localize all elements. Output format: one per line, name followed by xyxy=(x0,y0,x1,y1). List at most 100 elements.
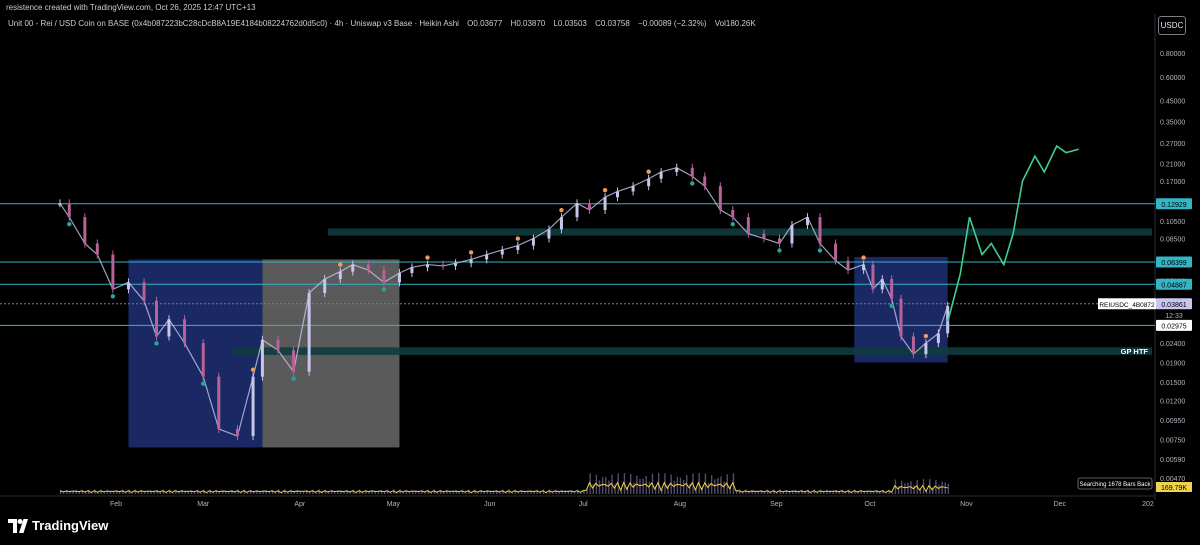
volume-bar xyxy=(776,492,778,494)
volume-bar xyxy=(707,483,710,494)
volume-bar xyxy=(779,489,781,494)
candle-body xyxy=(862,264,866,271)
pivot-low-dot xyxy=(154,341,159,346)
candle-body xyxy=(890,279,894,299)
volume-bar xyxy=(723,481,725,494)
y-tick-label: 0.21000 xyxy=(1160,162,1185,169)
candle-body xyxy=(83,217,87,244)
pivot-high-dot xyxy=(425,255,430,260)
x-tick-label: Apr xyxy=(294,501,306,508)
price-label: 0.04887 xyxy=(1161,282,1186,289)
candle-body xyxy=(307,292,311,372)
volume-bar xyxy=(580,492,582,494)
volume-bar xyxy=(819,489,822,494)
volume-bar xyxy=(714,479,716,494)
candle-body xyxy=(201,343,205,377)
price-chart[interactable]: 0.80000 0.60000 0.45000 0.35000 0.27000 0.210… xyxy=(0,0,1200,510)
x-tick-label: Jul xyxy=(579,501,588,508)
candle-body xyxy=(183,319,187,344)
candle-body xyxy=(899,298,903,337)
volume-bar xyxy=(249,489,252,494)
volume-bar xyxy=(717,478,719,494)
volume-bar xyxy=(321,492,323,494)
support-zone xyxy=(233,347,1152,355)
volume-bar xyxy=(679,477,682,494)
y-tick-label: 0.01500 xyxy=(1160,380,1185,387)
volume-bar xyxy=(436,492,439,494)
pivot-high-dot xyxy=(338,262,343,267)
candle-body xyxy=(616,191,620,198)
volume-bar xyxy=(555,489,557,494)
volume-label: 169.79K xyxy=(1161,485,1187,492)
candle-body xyxy=(762,233,766,239)
volume-bar xyxy=(851,492,853,494)
candle-body xyxy=(382,270,386,283)
tradingview-icon xyxy=(8,518,28,533)
y-tick-label: 0.35000 xyxy=(1160,119,1185,126)
candle-body xyxy=(142,282,146,301)
pivot-high-dot xyxy=(468,250,474,255)
candle-body xyxy=(647,178,651,187)
candle-body xyxy=(397,273,401,283)
candle-body xyxy=(603,197,607,210)
pivot-high-dot xyxy=(250,367,256,372)
y-tick-label: 0.00470 xyxy=(1160,476,1185,483)
volume-bar xyxy=(430,492,433,494)
candle-body xyxy=(500,249,504,255)
x-tick-label: Oct xyxy=(864,501,875,508)
volume-bar xyxy=(131,492,133,494)
volume-bar xyxy=(676,476,679,494)
price-label: 0.12929 xyxy=(1161,202,1186,209)
y-tick-label: 0.02400 xyxy=(1160,341,1185,348)
volume-bar xyxy=(947,483,950,494)
candle-body xyxy=(154,300,158,337)
candle-body xyxy=(292,350,296,372)
price-label: 0.06399 xyxy=(1161,260,1186,267)
tradingview-logo[interactable]: TradingView xyxy=(8,518,108,533)
x-tick-label: Dec xyxy=(1054,501,1067,508)
y-tick-label: 0.10500 xyxy=(1160,219,1185,226)
pivot-high-dot xyxy=(861,255,866,260)
candle-body xyxy=(454,263,458,266)
candle-body xyxy=(587,203,591,210)
volume-bar xyxy=(290,489,292,494)
bar-countdown: 12:33 xyxy=(1165,313,1183,320)
volume-bar xyxy=(100,489,102,494)
volume-bar xyxy=(511,492,514,494)
x-tick-label: 202 xyxy=(1142,501,1154,508)
pivot-low-dot xyxy=(381,287,387,292)
candle-body xyxy=(338,271,342,280)
volume-bar xyxy=(941,481,943,494)
y-tick-label: 0.45000 xyxy=(1160,99,1185,106)
candle-body xyxy=(936,333,940,344)
pivot-high-dot xyxy=(515,236,521,241)
volume-bar xyxy=(639,478,641,494)
volume-bar xyxy=(91,492,93,494)
volume-bar xyxy=(281,493,283,494)
candle-body xyxy=(746,217,750,234)
candle-body xyxy=(547,229,551,239)
candle-body xyxy=(58,203,62,206)
volume-bar xyxy=(907,482,909,494)
volume-bar xyxy=(134,489,137,494)
candle-body xyxy=(806,217,810,226)
price-label: 0.03861 xyxy=(1161,302,1186,309)
y-tick-label: 0.01200 xyxy=(1160,398,1185,405)
candle-body xyxy=(126,282,130,290)
candle-body xyxy=(790,225,794,244)
volume-bar xyxy=(215,489,218,494)
volume-bar xyxy=(396,492,398,494)
candle-body xyxy=(659,171,663,179)
volume-bar xyxy=(246,492,249,494)
candle-body xyxy=(631,186,635,192)
pivot-high-dot xyxy=(923,333,929,339)
status-text: Searching 1678 Bars Back xyxy=(1079,482,1151,488)
candle-body xyxy=(67,203,71,218)
volume-bar xyxy=(885,492,887,494)
candle-body xyxy=(718,186,722,210)
volume-bar xyxy=(514,489,517,494)
x-tick-label: May xyxy=(387,501,401,508)
volume-bar xyxy=(365,489,367,494)
y-tick-label: 0.80000 xyxy=(1160,51,1185,58)
support-zone xyxy=(328,228,1152,236)
